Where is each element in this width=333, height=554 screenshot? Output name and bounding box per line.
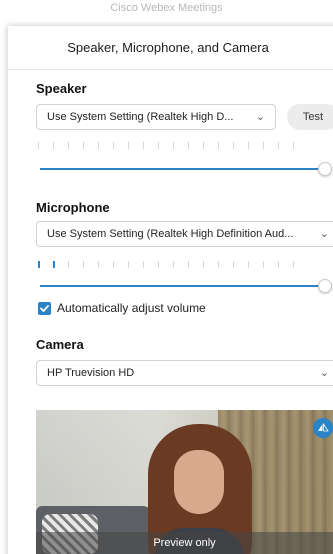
speaker-level-meter [38,142,308,150]
speaker-device-value: Use System Setting (Realtek High D... [47,111,234,123]
microphone-meter-tick [218,261,219,268]
speaker-meter-tick [173,142,174,149]
speaker-meter-tick [233,142,234,149]
chevron-down-icon: ⌄ [319,228,329,240]
microphone-volume-track [40,285,332,287]
speaker-test-button[interactable]: Test [287,104,333,130]
preview-caption: Preview only [36,532,333,554]
speaker-meter-tick [188,142,189,149]
microphone-level-meter [38,261,308,269]
preview-person-face [174,450,224,514]
microphone-meter-tick [203,261,204,268]
microphone-volume-handle[interactable] [318,279,332,293]
auto-adjust-volume-label[interactable]: Automatically adjust volume [57,301,206,315]
camera-device-value: HP Truevision HD [47,367,135,379]
microphone-meter-tick [263,261,264,268]
microphone-meter-tick [128,261,129,268]
camera-preview: Preview only [36,410,333,554]
microphone-meter-tick [158,261,159,268]
microphone-device-value: Use System Setting (Realtek High Definit… [47,228,294,240]
app-title: Cisco Webex Meetings [110,2,223,14]
mirror-video-button[interactable] [313,418,333,438]
microphone-volume-slider[interactable] [40,279,332,293]
microphone-meter-tick [278,261,279,268]
microphone-meter-tick [113,261,114,268]
speaker-meter-tick [68,142,69,149]
speaker-meter-tick [293,142,294,149]
speaker-meter-tick [98,142,99,149]
microphone-meter-tick [68,261,69,268]
speaker-volume-track [40,168,332,170]
speaker-device-select[interactable]: Use System Setting (Realtek High D... ⌄ [36,104,276,130]
speaker-meter-tick [83,142,84,149]
speaker-meter-tick [263,142,264,149]
microphone-meter-tick [38,261,40,268]
speaker-volume-slider[interactable] [40,162,332,176]
microphone-meter-tick [83,261,84,268]
speaker-section-title: Speaker [36,81,87,96]
speaker-meter-tick [38,142,39,149]
microphone-meter-tick [173,261,174,268]
speaker-meter-tick [143,142,144,149]
microphone-meter-tick [188,261,189,268]
speaker-meter-tick [53,142,54,149]
microphone-meter-tick [53,261,55,268]
camera-device-select[interactable]: HP Truevision HD ⌄ [36,360,333,386]
app-title-bar: Cisco Webex Meetings [0,0,333,26]
microphone-meter-tick [143,261,144,268]
speaker-meter-tick [248,142,249,149]
microphone-meter-tick [293,261,294,268]
speaker-meter-tick [113,142,114,149]
speaker-meter-tick [158,142,159,149]
auto-adjust-volume-checkbox[interactable] [38,302,51,315]
microphone-section-title: Microphone [36,200,110,215]
microphone-device-select[interactable]: Use System Setting (Realtek High Definit… [36,221,333,247]
chevron-down-icon: ⌄ [319,367,329,379]
microphone-meter-tick [233,261,234,268]
microphone-meter-tick [98,261,99,268]
chevron-down-icon: ⌄ [255,111,265,123]
camera-section-title: Camera [36,337,84,352]
speaker-meter-tick [203,142,204,149]
dialog-title: Speaker, Microphone, and Camera [8,26,333,70]
mirror-icon [318,423,329,432]
speaker-meter-tick [128,142,129,149]
checkmark-icon [40,305,49,312]
speaker-volume-handle[interactable] [318,162,332,176]
speaker-meter-tick [278,142,279,149]
microphone-meter-tick [248,261,249,268]
speaker-meter-tick [218,142,219,149]
